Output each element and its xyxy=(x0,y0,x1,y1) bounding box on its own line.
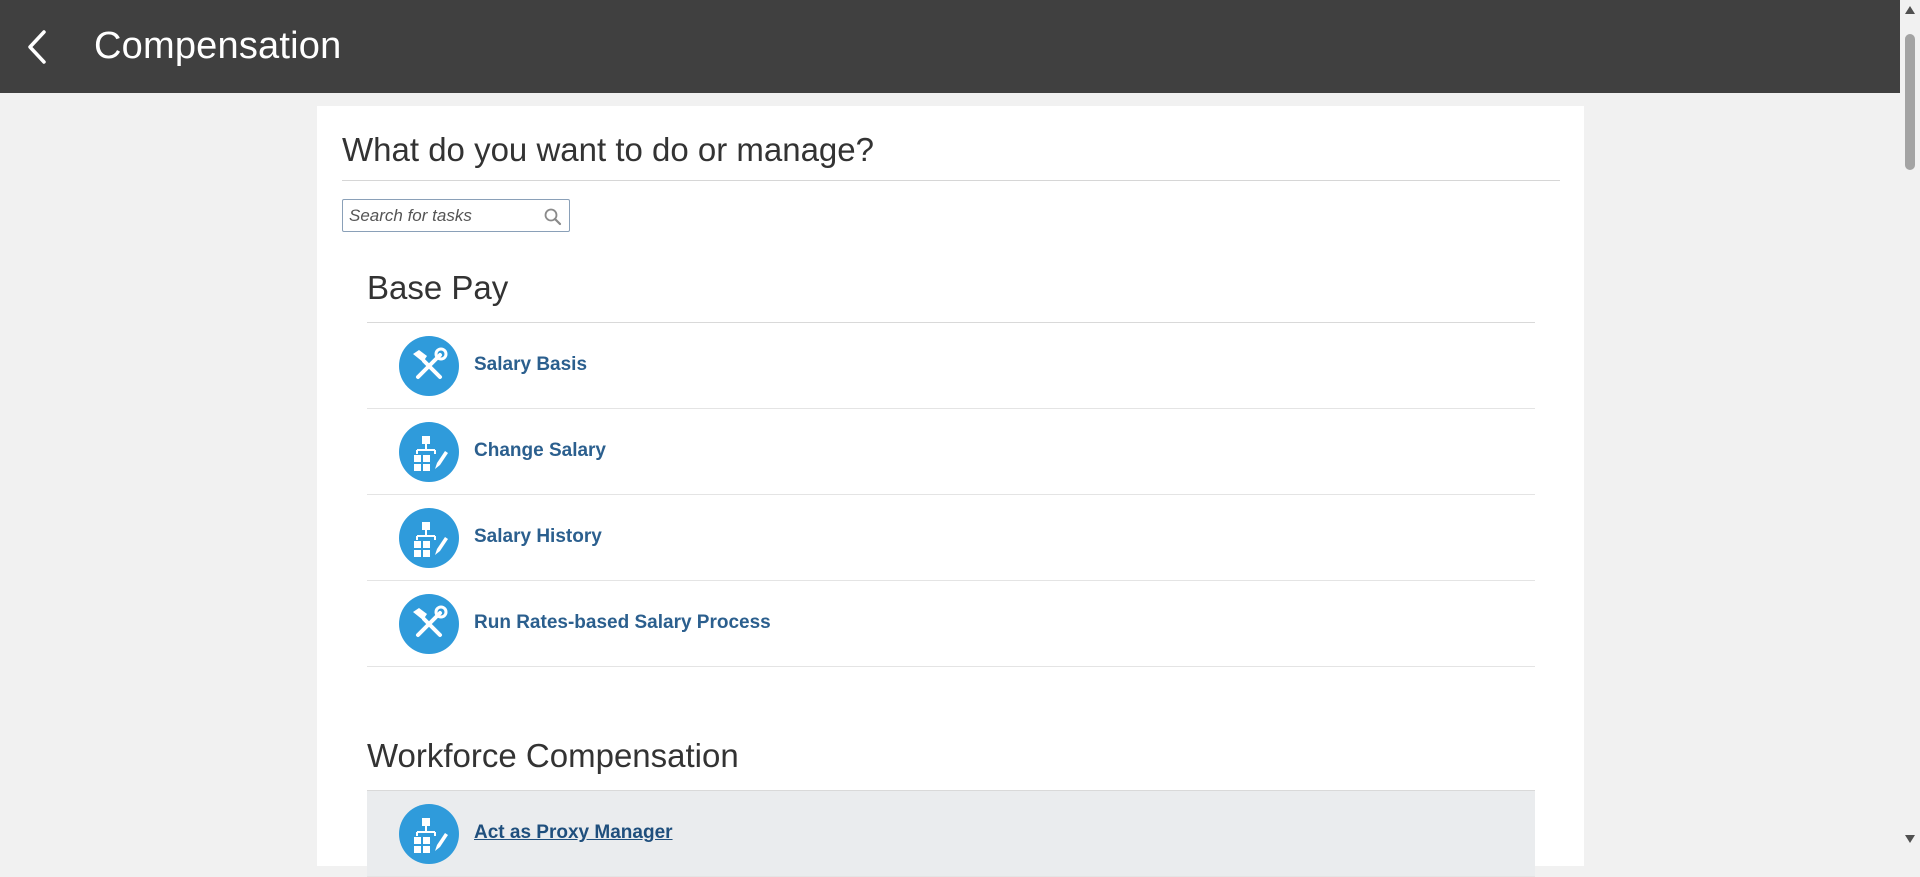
back-button[interactable] xyxy=(18,24,58,70)
task-act-as-proxy-manager[interactable]: Act as Proxy Manager xyxy=(367,791,1535,877)
hierarchy-edit-icon xyxy=(399,508,459,568)
hierarchy-edit-icon xyxy=(399,422,459,482)
section-title-base-pay: Base Pay xyxy=(367,269,509,306)
scroll-down-icon[interactable] xyxy=(1904,833,1916,845)
search-input[interactable] xyxy=(349,204,539,228)
scroll-up-icon[interactable] xyxy=(1904,4,1916,16)
task-run-rates-based-salary-process[interactable]: Run Rates-based Salary Process xyxy=(367,581,1535,667)
hierarchy-edit-icon xyxy=(399,804,459,864)
chevron-left-icon xyxy=(28,30,46,64)
scroll-thumb[interactable] xyxy=(1905,34,1915,170)
app-header: Compensation xyxy=(0,0,1900,93)
task-salary-basis[interactable]: Salary Basis xyxy=(367,323,1535,409)
divider xyxy=(342,180,1560,181)
vertical-scrollbar[interactable] xyxy=(1900,0,1920,847)
search-icon[interactable] xyxy=(543,207,563,227)
tools-icon xyxy=(399,336,459,396)
task-search-box[interactable] xyxy=(342,199,570,232)
section-title-workforce-compensation: Workforce Compensation xyxy=(367,737,739,774)
task-change-salary[interactable]: Change Salary xyxy=(367,409,1535,495)
task-panel: What do you want to do or manage? Base P… xyxy=(317,106,1584,877)
task-link[interactable]: Run Rates-based Salary Process xyxy=(474,611,771,635)
task-link[interactable]: Change Salary xyxy=(474,439,606,463)
task-link[interactable]: Act as Proxy Manager xyxy=(474,821,673,845)
tools-icon xyxy=(399,594,459,654)
page-title: Compensation xyxy=(94,25,342,67)
task-link[interactable]: Salary Basis xyxy=(474,353,587,377)
task-link[interactable]: Salary History xyxy=(474,525,602,549)
task-salary-history[interactable]: Salary History xyxy=(367,495,1535,581)
panel-question: What do you want to do or manage? xyxy=(342,131,874,168)
